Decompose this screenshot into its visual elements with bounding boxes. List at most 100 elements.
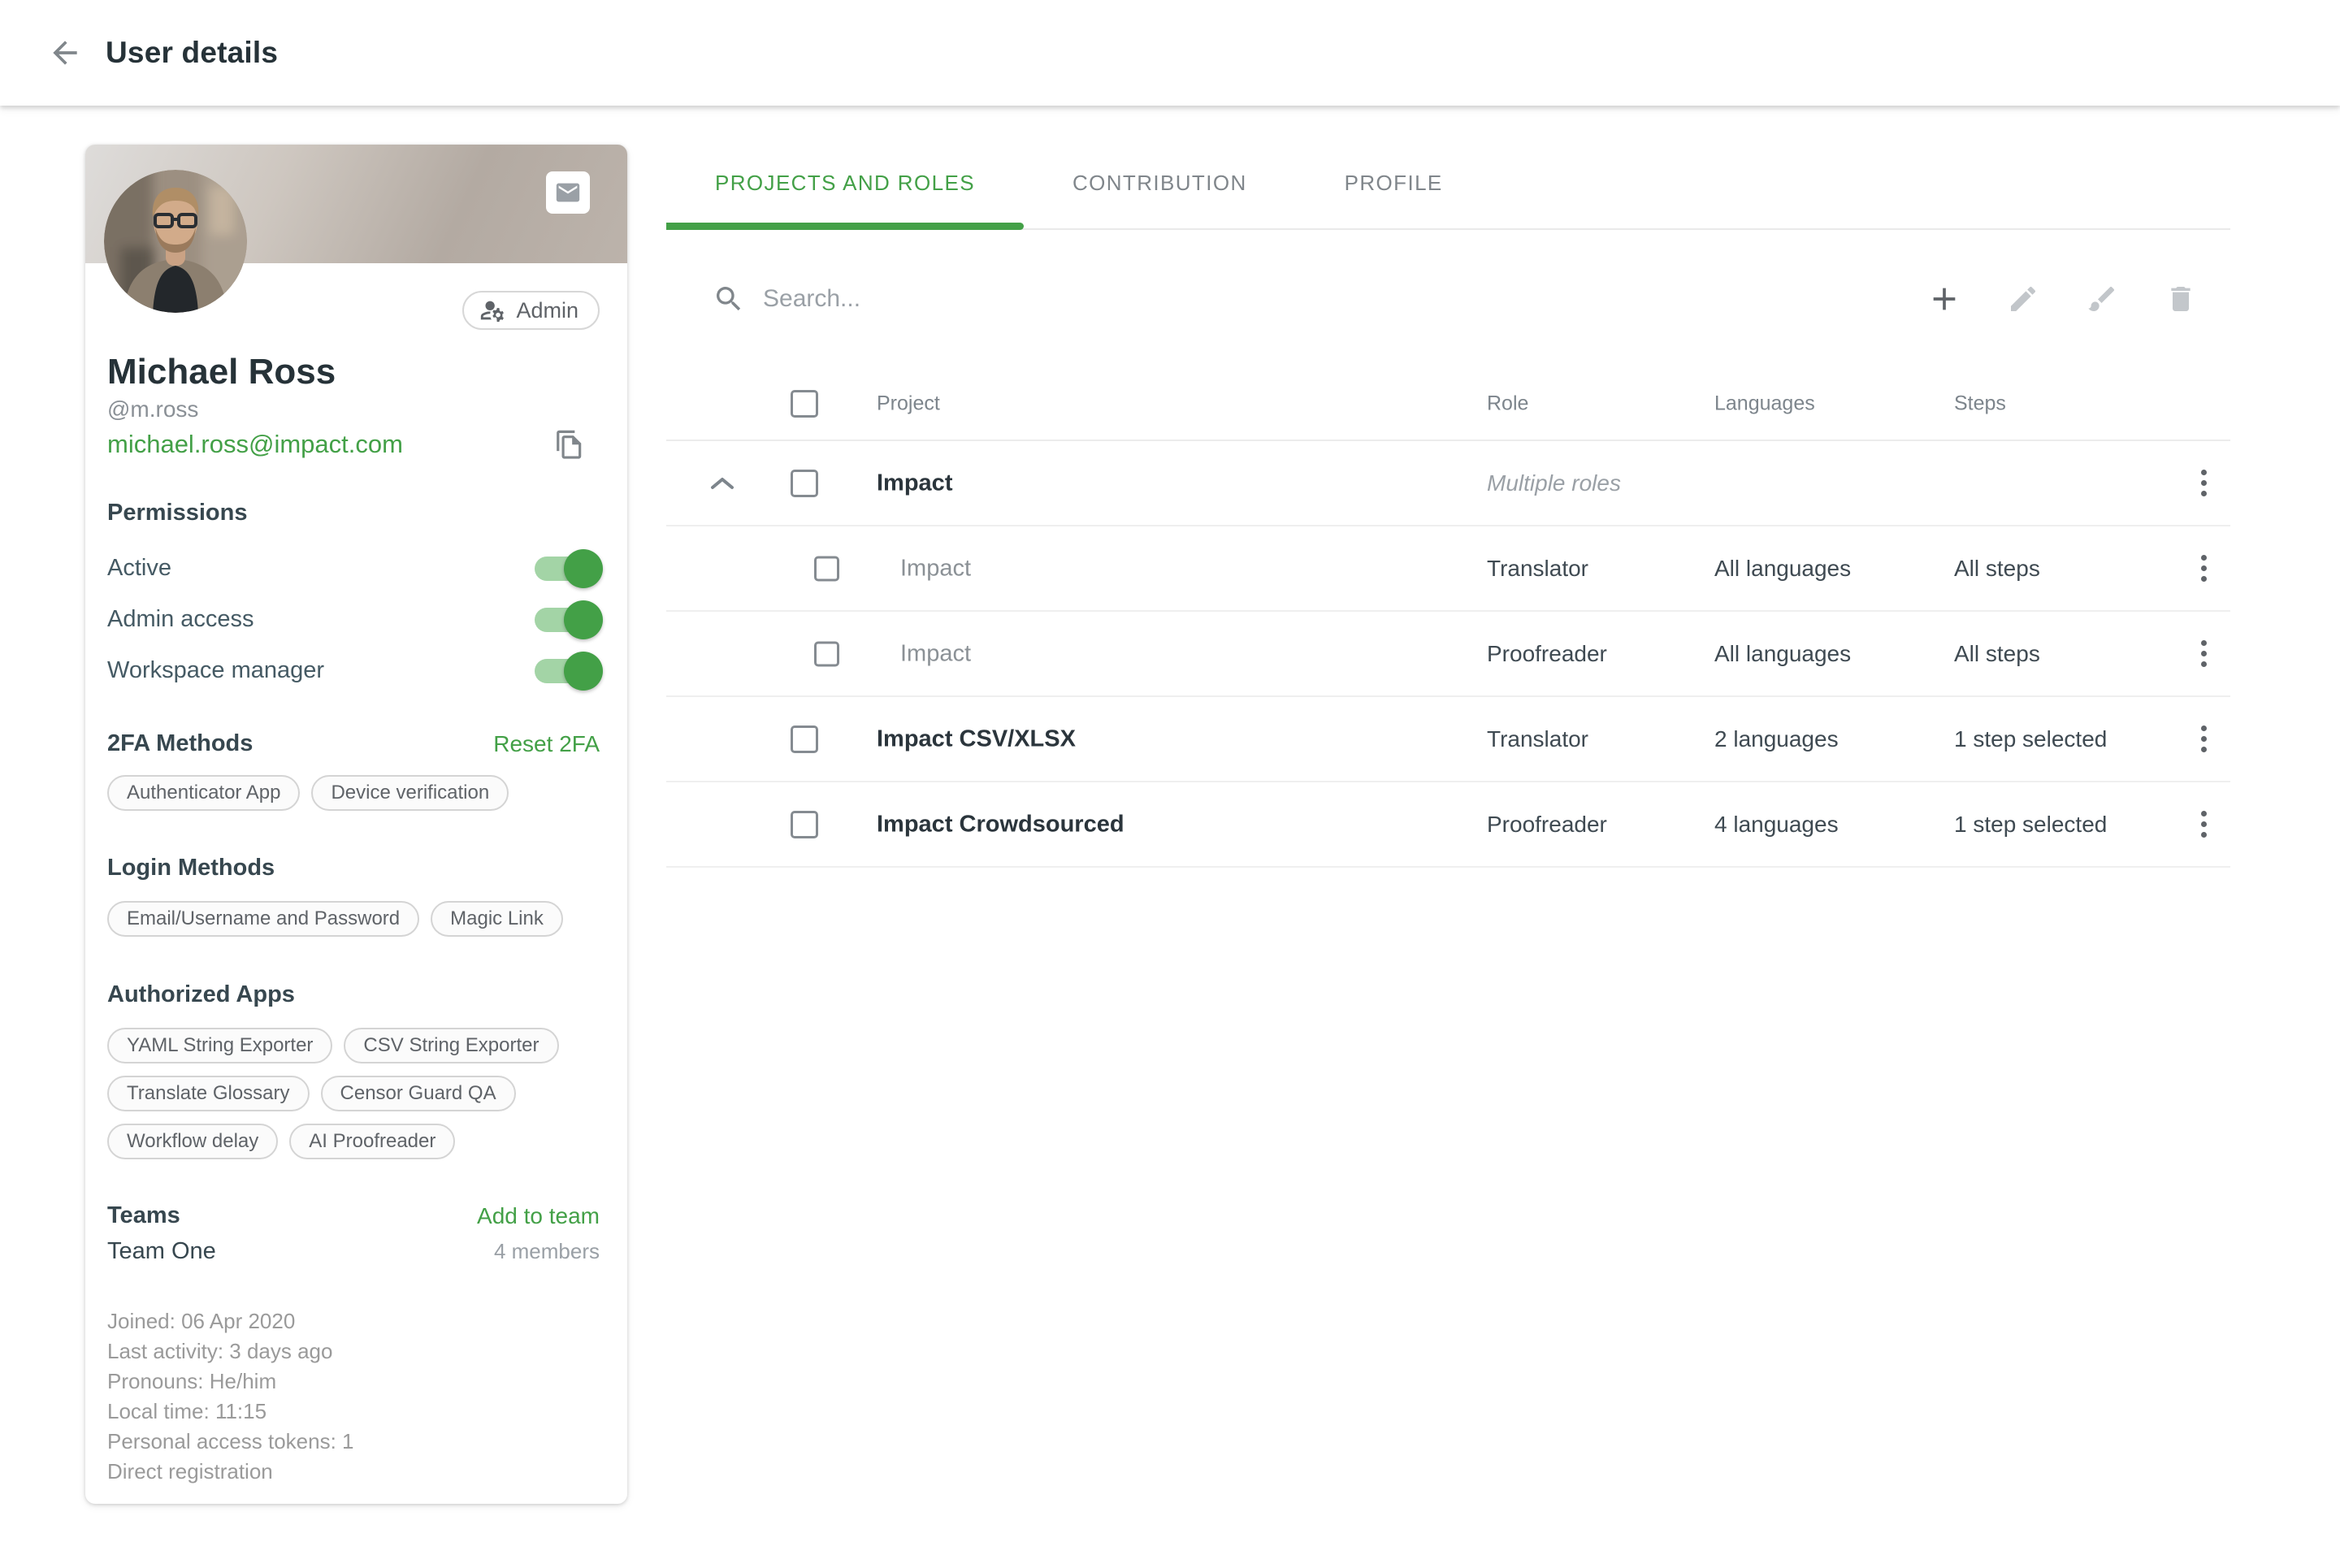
table-row: Impact Translator All languages All step…	[666, 526, 2230, 612]
edit-icon	[2007, 283, 2039, 315]
kebab-menu-icon	[2201, 470, 2207, 496]
table-toolbar	[1928, 283, 2197, 315]
table-body: Impact Multiple roles Impact Translator …	[666, 441, 2230, 868]
page-title: User details	[106, 36, 278, 70]
back-arrow-icon	[47, 35, 83, 71]
search-icon	[713, 283, 745, 315]
workspace-manager-toggle[interactable]	[535, 655, 600, 687]
authorized-app-chips: YAML String Exporter CSV String Exporter T…	[107, 1028, 600, 1159]
copy-email-button[interactable]	[554, 428, 585, 463]
permissions-heading: Permissions	[107, 499, 600, 526]
reset-2fa-link[interactable]: Reset 2FA	[493, 731, 600, 757]
permission-row: Workspace manager	[107, 645, 600, 696]
project-name: Impact Crowdsourced	[877, 811, 1124, 838]
project-name: Impact CSV/XLSX	[877, 726, 1076, 752]
column-project: Project	[877, 392, 940, 416]
project-name: Impact	[900, 555, 971, 582]
role-value: Translator	[1487, 726, 1588, 752]
row-checkbox[interactable]	[814, 556, 839, 581]
email-link[interactable]: michael.ross@impact.com	[107, 430, 403, 459]
permission-row: Active	[107, 543, 600, 594]
languages-value: All languages	[1714, 641, 1851, 667]
login-method-chips: Email/Username and PasswordMagic Link	[107, 901, 600, 937]
chip: Magic Link	[431, 901, 563, 937]
add-button[interactable]	[1928, 283, 1961, 315]
team-row: Team One 4 members	[107, 1236, 600, 1267]
copy-icon	[554, 428, 585, 461]
admin-badge-label: Admin	[516, 298, 578, 323]
brush-icon	[2086, 283, 2118, 315]
kebab-menu-icon	[2201, 726, 2207, 752]
languages-value: 2 languages	[1714, 726, 1839, 752]
role-value: Multiple roles	[1487, 470, 1621, 496]
user-card: Admin Michael Ross @m.ross michael.ross@…	[85, 145, 627, 1504]
person-gear-icon	[479, 297, 506, 324]
column-languages: Languages	[1714, 392, 1815, 416]
send-email-button[interactable]	[546, 171, 590, 214]
meta-line: Pronouns: He/him	[107, 1367, 600, 1397]
row-menu-button[interactable]	[2174, 454, 2233, 513]
table-row: Impact Proofreader All languages All ste…	[666, 612, 2230, 697]
chip: AI Proofreader	[289, 1124, 455, 1159]
meta-line: Local time: 11:15	[107, 1397, 600, 1427]
row-checkbox[interactable]	[791, 811, 818, 838]
row-checkbox[interactable]	[791, 470, 818, 497]
authorized-apps-heading: Authorized Apps	[107, 981, 600, 1008]
tab-profile[interactable]: PROFILE	[1296, 138, 1492, 228]
project-name: Impact	[877, 470, 952, 496]
languages-value: 4 languages	[1714, 812, 1839, 838]
column-steps: Steps	[1954, 392, 2006, 416]
tab-projects-and-roles[interactable]: PROJECTS AND ROLES	[666, 138, 1024, 228]
collapse-row-button[interactable]	[699, 460, 746, 507]
chip: Translate Glossary	[107, 1076, 310, 1111]
table-row: Impact Multiple roles	[666, 441, 2230, 526]
mail-icon	[554, 179, 582, 206]
kebab-menu-icon	[2201, 640, 2207, 667]
user-meta-list: Joined: 06 Apr 2020Last activity: 3 days…	[107, 1306, 600, 1487]
steps-value: All steps	[1954, 641, 2040, 667]
delete-button[interactable]	[2164, 283, 2197, 315]
row-checkbox[interactable]	[814, 641, 839, 666]
steps-value: 1 step selected	[1954, 726, 2107, 752]
chip: CSV String Exporter	[344, 1028, 558, 1063]
permission-label: Admin access	[107, 606, 254, 633]
tab-bar: PROJECTS AND ROLES CONTRIBUTION PROFILE	[666, 138, 2230, 230]
chip: Workflow delay	[107, 1124, 278, 1159]
add-to-team-link[interactable]: Add to team	[477, 1203, 600, 1229]
tab-contribution[interactable]: CONTRIBUTION	[1024, 138, 1296, 228]
admin-badge: Admin	[462, 291, 600, 330]
topbar: User details	[0, 0, 2340, 106]
admin-access-toggle[interactable]	[535, 604, 600, 636]
team-name: Team One	[107, 1238, 216, 1265]
twofa-chips: Authenticator AppDevice verification	[107, 775, 600, 811]
row-menu-button[interactable]	[2174, 710, 2233, 769]
row-checkbox[interactable]	[791, 726, 818, 753]
search-toolbar-row	[666, 230, 2230, 368]
chip: Device verification	[311, 775, 509, 811]
kebab-menu-icon	[2201, 811, 2207, 838]
projects-panel: PROJECTS AND ROLES CONTRIBUTION PROFILE	[666, 138, 2230, 868]
clean-button[interactable]	[2086, 283, 2118, 315]
chevron-up-icon	[710, 476, 734, 491]
permission-label: Workspace manager	[107, 657, 324, 684]
teams-heading: Teams	[107, 1202, 180, 1229]
row-menu-button[interactable]	[2174, 795, 2233, 854]
row-menu-button[interactable]	[2174, 539, 2233, 598]
row-menu-button[interactable]	[2174, 625, 2233, 683]
table-row: Impact Crowdsourced Proofreader 4 langua…	[666, 782, 2230, 868]
edit-button[interactable]	[2007, 283, 2039, 315]
table-row: Impact CSV/XLSX Translator 2 languages 1…	[666, 697, 2230, 782]
team-members-count: 4 members	[494, 1239, 600, 1264]
login-methods-heading: Login Methods	[107, 854, 600, 881]
role-value: Proofreader	[1487, 641, 1607, 667]
select-all-checkbox[interactable]	[791, 390, 818, 418]
active-toggle[interactable]	[535, 552, 600, 585]
search-input[interactable]	[763, 285, 1657, 313]
column-role: Role	[1487, 392, 1528, 416]
twofa-heading: 2FA Methods	[107, 730, 253, 757]
back-button[interactable]	[42, 30, 88, 76]
meta-line: Last activity: 3 days ago	[107, 1336, 600, 1367]
role-value: Proofreader	[1487, 812, 1607, 838]
chip: YAML String Exporter	[107, 1028, 332, 1063]
add-icon	[1928, 283, 1961, 315]
